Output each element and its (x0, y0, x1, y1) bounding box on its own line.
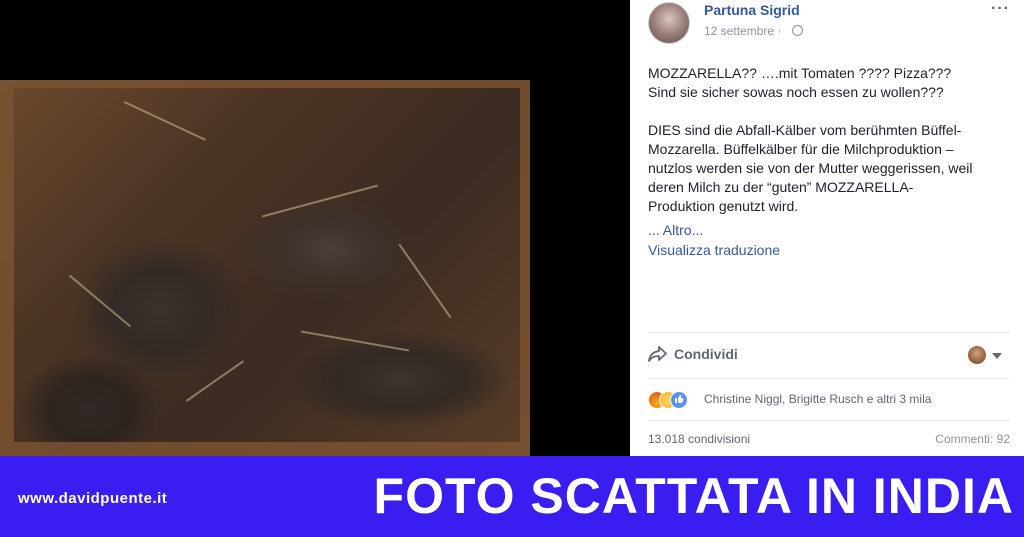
share-icon[interactable] (648, 345, 668, 363)
divider (648, 332, 1010, 333)
headline: FOTO SCATTATA IN INDIA (373, 468, 1014, 524)
comments-count[interactable]: Commenti: 92 (935, 432, 1010, 446)
more-options-icon[interactable]: ··· (991, 0, 1010, 18)
share-button[interactable]: Condividi (674, 346, 738, 362)
post-text-line: MOZZARELLA?? ….mit Tomaten ???? Pizza??? (648, 65, 952, 81)
like-icon (670, 391, 688, 409)
post-date[interactable]: 12 settembre · (704, 24, 781, 38)
reactors-text[interactable]: Christine Niggl, Brigitte Rusch e altri … (704, 392, 931, 406)
post-text-line: Mozzarella. Büffelkälber für die Milchpr… (648, 141, 954, 157)
divider (648, 378, 1010, 379)
bottom-banner: www.davidpuente.it FOTO SCATTATA IN INDI… (0, 456, 1024, 537)
divider (648, 420, 1010, 421)
author-name[interactable]: Partuna Sigrid (704, 2, 800, 18)
shares-count[interactable]: 13.018 condivisioni (648, 432, 750, 446)
post-text-line: DIES sind die Abfall-Kälber vom berühmte… (648, 122, 962, 138)
post-text: MOZZARELLA?? ….mit Tomaten ???? Pizza???… (648, 64, 1014, 216)
chevron-down-icon[interactable] (992, 353, 1002, 359)
author-avatar[interactable] (648, 2, 690, 44)
site-url: www.davidpuente.it (18, 490, 168, 507)
facebook-post-card: Partuna Sigrid 12 settembre · ··· MOZZAR… (630, 0, 1024, 456)
post-text-line: deren Milch zu der “guten” MOZZARELLA- (648, 179, 914, 195)
globe-icon (792, 25, 803, 36)
post-text-line: Produktion genutzt wird. (648, 198, 799, 214)
post-text-line: Sind sie sicher sowas noch essen zu woll… (648, 84, 944, 100)
audience-avatar[interactable] (968, 346, 986, 364)
post-text-line: nutzlos werden sie von der Mutter wegger… (648, 160, 973, 176)
post-photo[interactable] (0, 80, 530, 456)
see-more-link[interactable]: ... Altro... (648, 222, 703, 238)
media-area (0, 0, 630, 456)
see-translation-link[interactable]: Visualizza traduzione (648, 242, 780, 258)
photo-crate-frame (0, 80, 530, 456)
